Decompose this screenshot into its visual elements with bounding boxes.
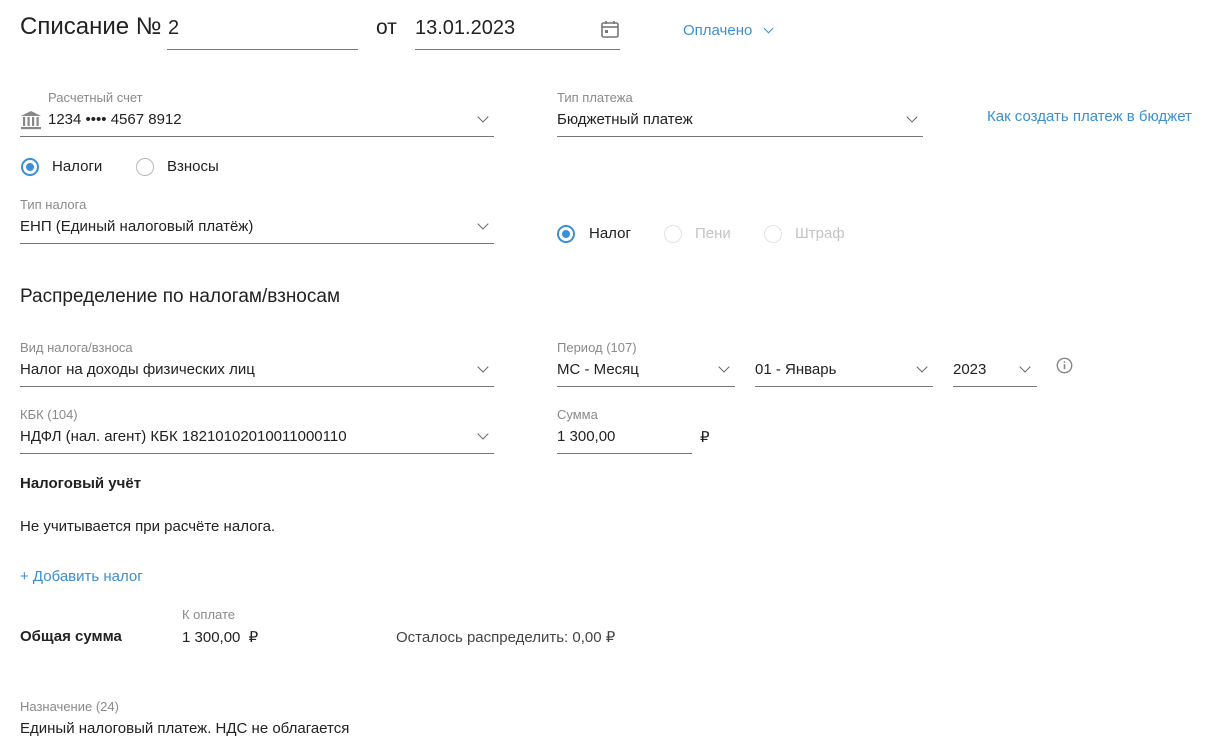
tax-kind-label: Вид налога/взноса bbox=[20, 340, 133, 355]
info-icon[interactable] bbox=[1056, 357, 1073, 374]
date-from-label: от bbox=[376, 16, 397, 39]
add-tax-link[interactable]: + Добавить налог bbox=[20, 568, 143, 585]
purpose-input[interactable]: Единый налоговый платеж. НДС не облагает… bbox=[20, 720, 349, 737]
to-pay-value: 1 300,00 ₽ bbox=[182, 628, 258, 646]
penalty-radio[interactable] bbox=[664, 225, 682, 243]
chevron-down-icon[interactable] bbox=[718, 361, 730, 373]
period-month-underline bbox=[755, 386, 933, 387]
payment-type-underline bbox=[557, 136, 923, 137]
document-number-input[interactable]: 2 bbox=[168, 17, 179, 40]
period-type-underline bbox=[557, 386, 735, 387]
bank-icon bbox=[20, 110, 42, 130]
calendar-icon[interactable] bbox=[600, 19, 620, 39]
period-year-underline bbox=[953, 386, 1037, 387]
page-title: Списание № bbox=[20, 13, 162, 40]
account-underline bbox=[20, 136, 494, 137]
to-pay-amount: 1 300,00 bbox=[182, 629, 241, 646]
period-type-select[interactable]: МС - Месяц bbox=[557, 361, 639, 378]
amount-currency: ₽ bbox=[700, 429, 710, 446]
chevron-down-icon[interactable] bbox=[477, 218, 489, 230]
taxes-radio-label[interactable]: Налоги bbox=[52, 158, 102, 175]
payment-type-select[interactable]: Бюджетный платеж bbox=[557, 111, 693, 128]
tax-type-label: Тип налога bbox=[20, 197, 87, 212]
tax-type-select[interactable]: ЕНП (Единый налоговый платёж) bbox=[20, 218, 253, 235]
tax-radio[interactable] bbox=[557, 225, 575, 243]
taxes-radio[interactable] bbox=[21, 158, 39, 176]
tax-accounting-text: Не учитывается при расчёте налога. bbox=[20, 518, 276, 535]
payment-type-label: Тип платежа bbox=[557, 90, 633, 105]
chevron-down-icon[interactable] bbox=[477, 111, 489, 123]
tax-type-underline bbox=[20, 243, 494, 244]
tax-radio-label[interactable]: Налог bbox=[589, 225, 631, 242]
to-pay-currency: ₽ bbox=[248, 629, 259, 646]
amount-underline bbox=[557, 453, 692, 454]
total-label: Общая сумма bbox=[20, 628, 122, 645]
chevron-down-icon bbox=[763, 23, 774, 34]
tax-kind-select[interactable]: Налог на доходы физических лиц bbox=[20, 361, 255, 378]
purpose-label: Назначение (24) bbox=[20, 699, 119, 714]
amount-input[interactable]: 1 300,00 bbox=[557, 428, 615, 445]
contributions-radio-label[interactable]: Взносы bbox=[167, 158, 219, 175]
document-number-underline bbox=[167, 49, 358, 50]
period-label: Период (107) bbox=[557, 340, 637, 355]
remaining-to-distribute: Осталось распределить: 0,00 ₽ bbox=[396, 629, 616, 646]
chevron-down-icon[interactable] bbox=[916, 361, 928, 373]
to-pay-label: К оплате bbox=[182, 607, 236, 622]
tax-kind-underline bbox=[20, 386, 494, 387]
account-label: Расчетный счет bbox=[48, 90, 143, 105]
date-underline bbox=[415, 49, 620, 50]
penalty-radio-label[interactable]: Пени bbox=[695, 225, 731, 242]
chevron-down-icon[interactable] bbox=[1019, 361, 1031, 373]
budget-payment-help-link[interactable]: Как создать платеж в бюджет bbox=[987, 108, 1192, 125]
status-dropdown[interactable]: Оплачено bbox=[683, 22, 774, 42]
fine-radio-label[interactable]: Штраф bbox=[795, 225, 845, 242]
kbk-select[interactable]: НДФЛ (нал. агент) КБК 182101020100110001… bbox=[20, 428, 347, 445]
fine-radio[interactable] bbox=[764, 225, 782, 243]
distribution-title: Распределение по налогам/взносам bbox=[20, 286, 341, 307]
period-year-select[interactable]: 2023 bbox=[953, 361, 986, 378]
chevron-down-icon[interactable] bbox=[477, 428, 489, 440]
account-select[interactable]: 1234 •••• 4567 8912 bbox=[48, 111, 182, 128]
status-label: Оплачено bbox=[683, 22, 753, 39]
date-input[interactable]: 13.01.2023 bbox=[415, 17, 515, 40]
kbk-label: КБК (104) bbox=[20, 407, 78, 422]
kbk-underline bbox=[20, 453, 494, 454]
amount-label: Сумма bbox=[557, 407, 598, 422]
tax-accounting-title: Налоговый учёт bbox=[20, 475, 142, 492]
chevron-down-icon[interactable] bbox=[906, 111, 918, 123]
period-month-select[interactable]: 01 - Январь bbox=[755, 361, 836, 378]
contributions-radio[interactable] bbox=[136, 158, 154, 176]
chevron-down-icon[interactable] bbox=[477, 361, 489, 373]
